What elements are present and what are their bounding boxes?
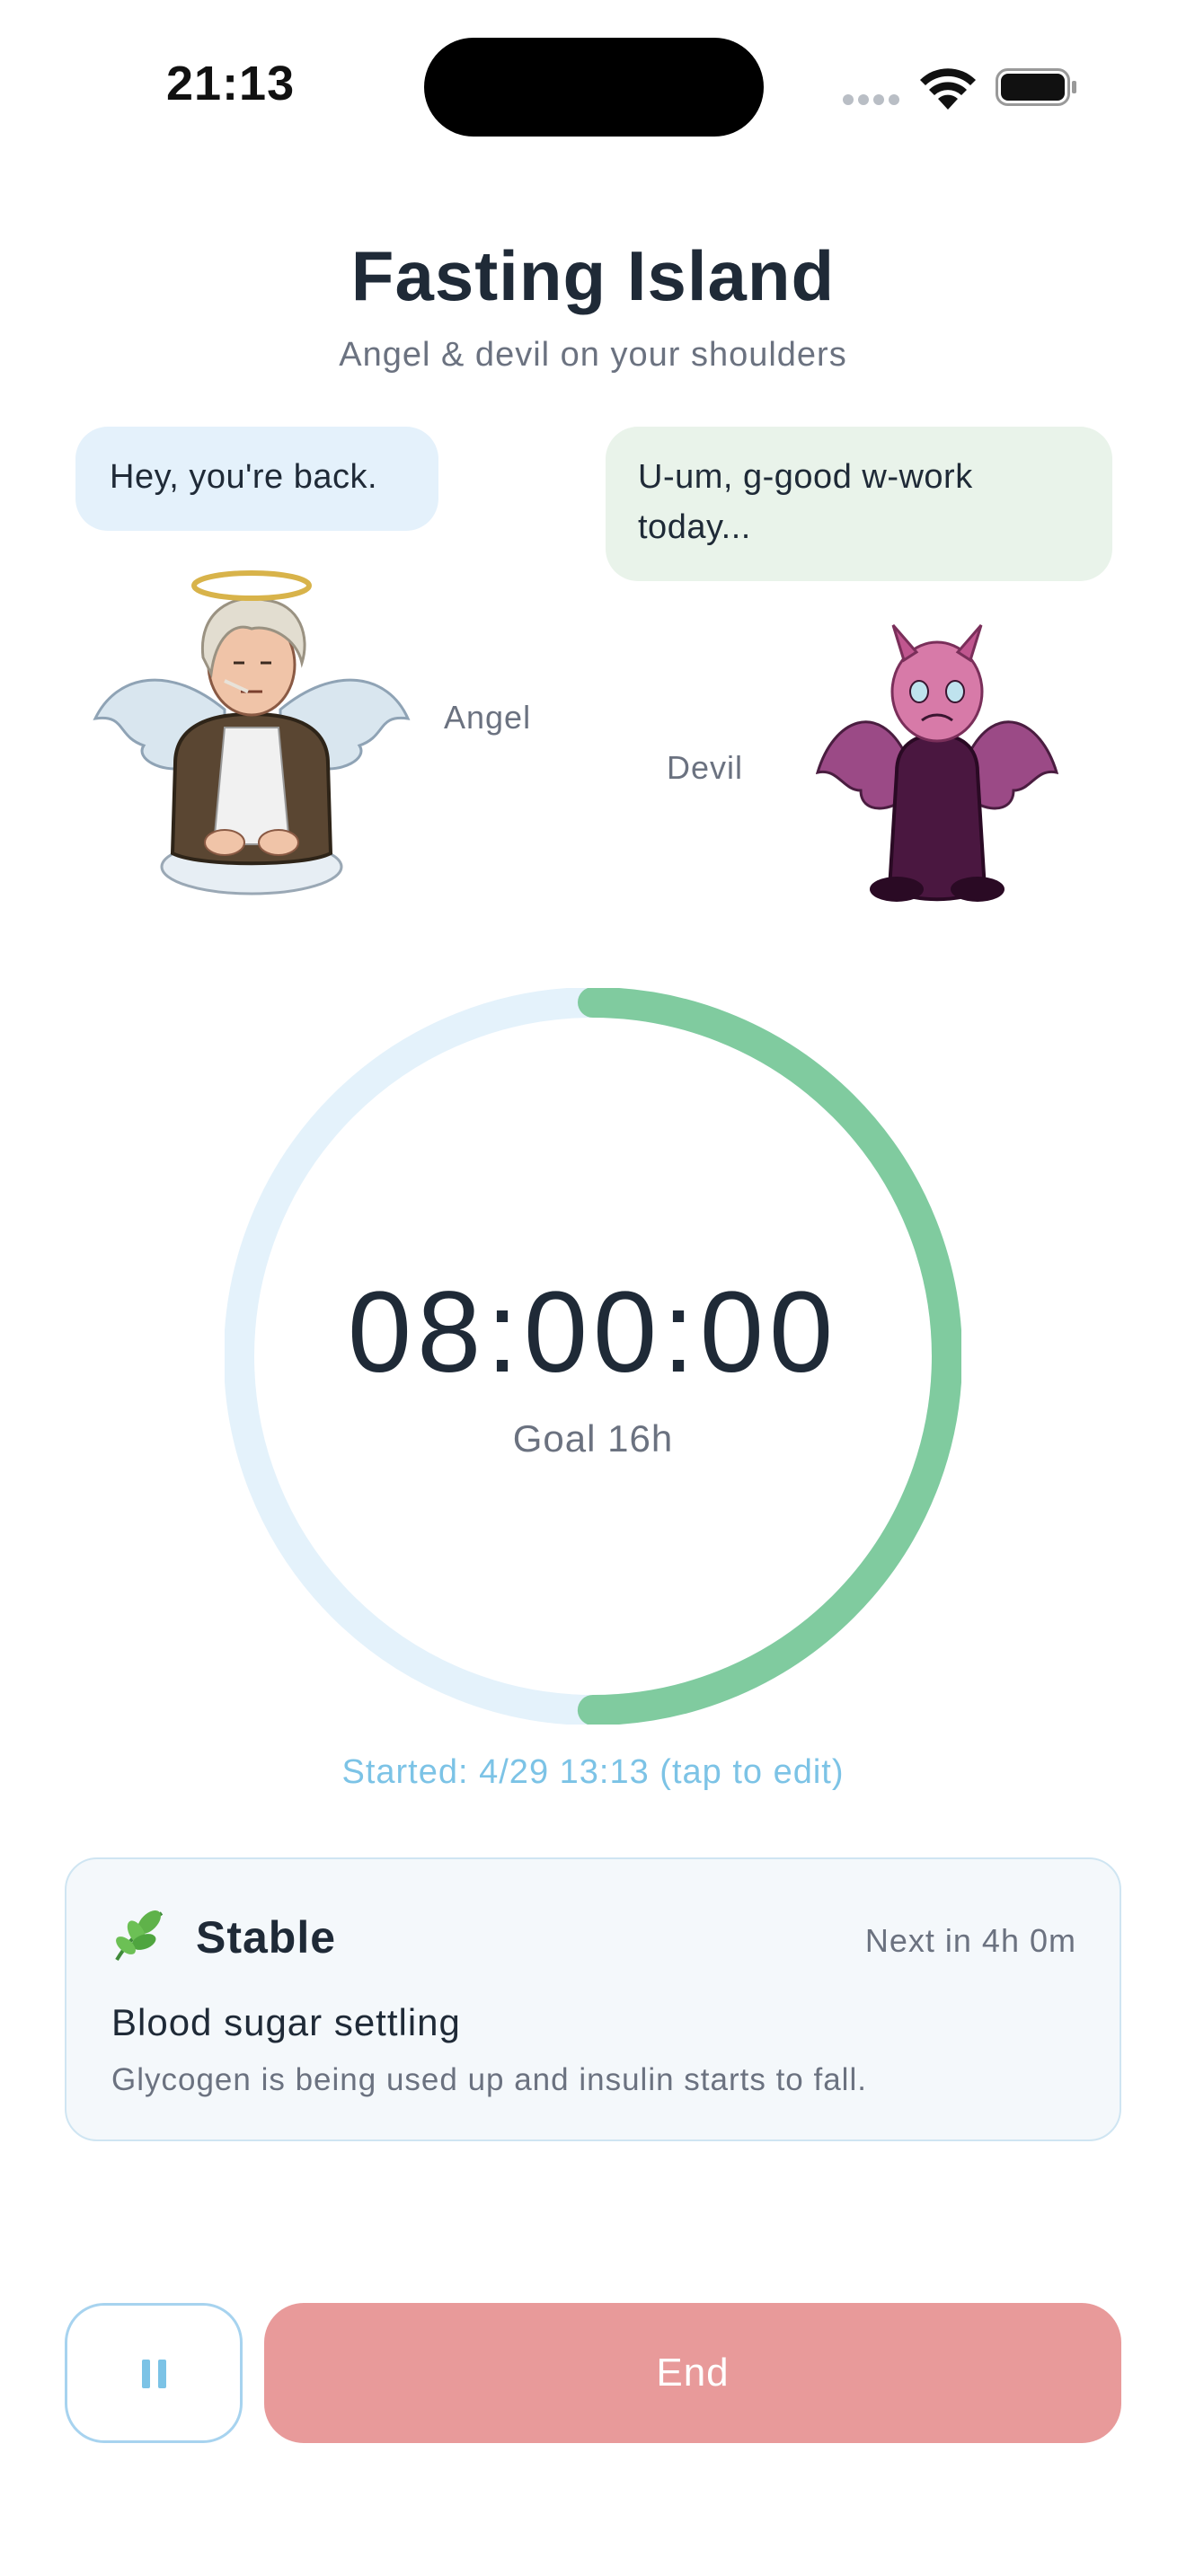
stage-description: Glycogen is being used up and insulin st… — [111, 2062, 867, 2097]
signal-dots-icon — [843, 93, 904, 110]
dynamic-island — [424, 38, 764, 137]
devil-character-illustration[interactable] — [816, 620, 1058, 916]
pause-button[interactable] — [65, 2303, 243, 2443]
wifi-icon — [920, 68, 976, 110]
page-subtitle: Angel & devil on your shoulders — [339, 336, 847, 374]
angel-speech-text: Hey, you're back. — [110, 458, 378, 496]
angel-label: Angel — [444, 699, 532, 736]
page-title: Fasting Island — [350, 236, 836, 315]
stage-name: Stable — [196, 1912, 337, 1963]
elapsed-timer: 08:00:00 — [347, 1268, 839, 1397]
angel-speech-bubble: Hey, you're back. — [75, 427, 438, 531]
fasting-goal: Goal 16h — [512, 1417, 674, 1460]
devil-speech-line-1: U-um, g-good w-work — [638, 458, 973, 496]
devil-label: Devil — [667, 749, 744, 786]
fasting-stage-card — [65, 1857, 1121, 2141]
devil-speech-bubble: U-um, g-good w-work today... — [606, 427, 1112, 581]
status-time: 21:13 — [166, 57, 296, 110]
end-fast-button[interactable]: End — [264, 2303, 1121, 2443]
stage-headline: Blood sugar settling — [111, 2001, 461, 2043]
angel-character-illustration[interactable] — [90, 557, 413, 898]
battery-icon — [996, 68, 1076, 106]
start-time-edit-link[interactable]: Started: 4/29 13:13 (tap to edit) — [0, 1753, 1186, 1792]
next-stage-countdown: Next in 4h 0m — [864, 1922, 1076, 1959]
devil-speech-line-2: today... — [638, 508, 751, 546]
herb-leaf-icon — [115, 1910, 164, 1962]
